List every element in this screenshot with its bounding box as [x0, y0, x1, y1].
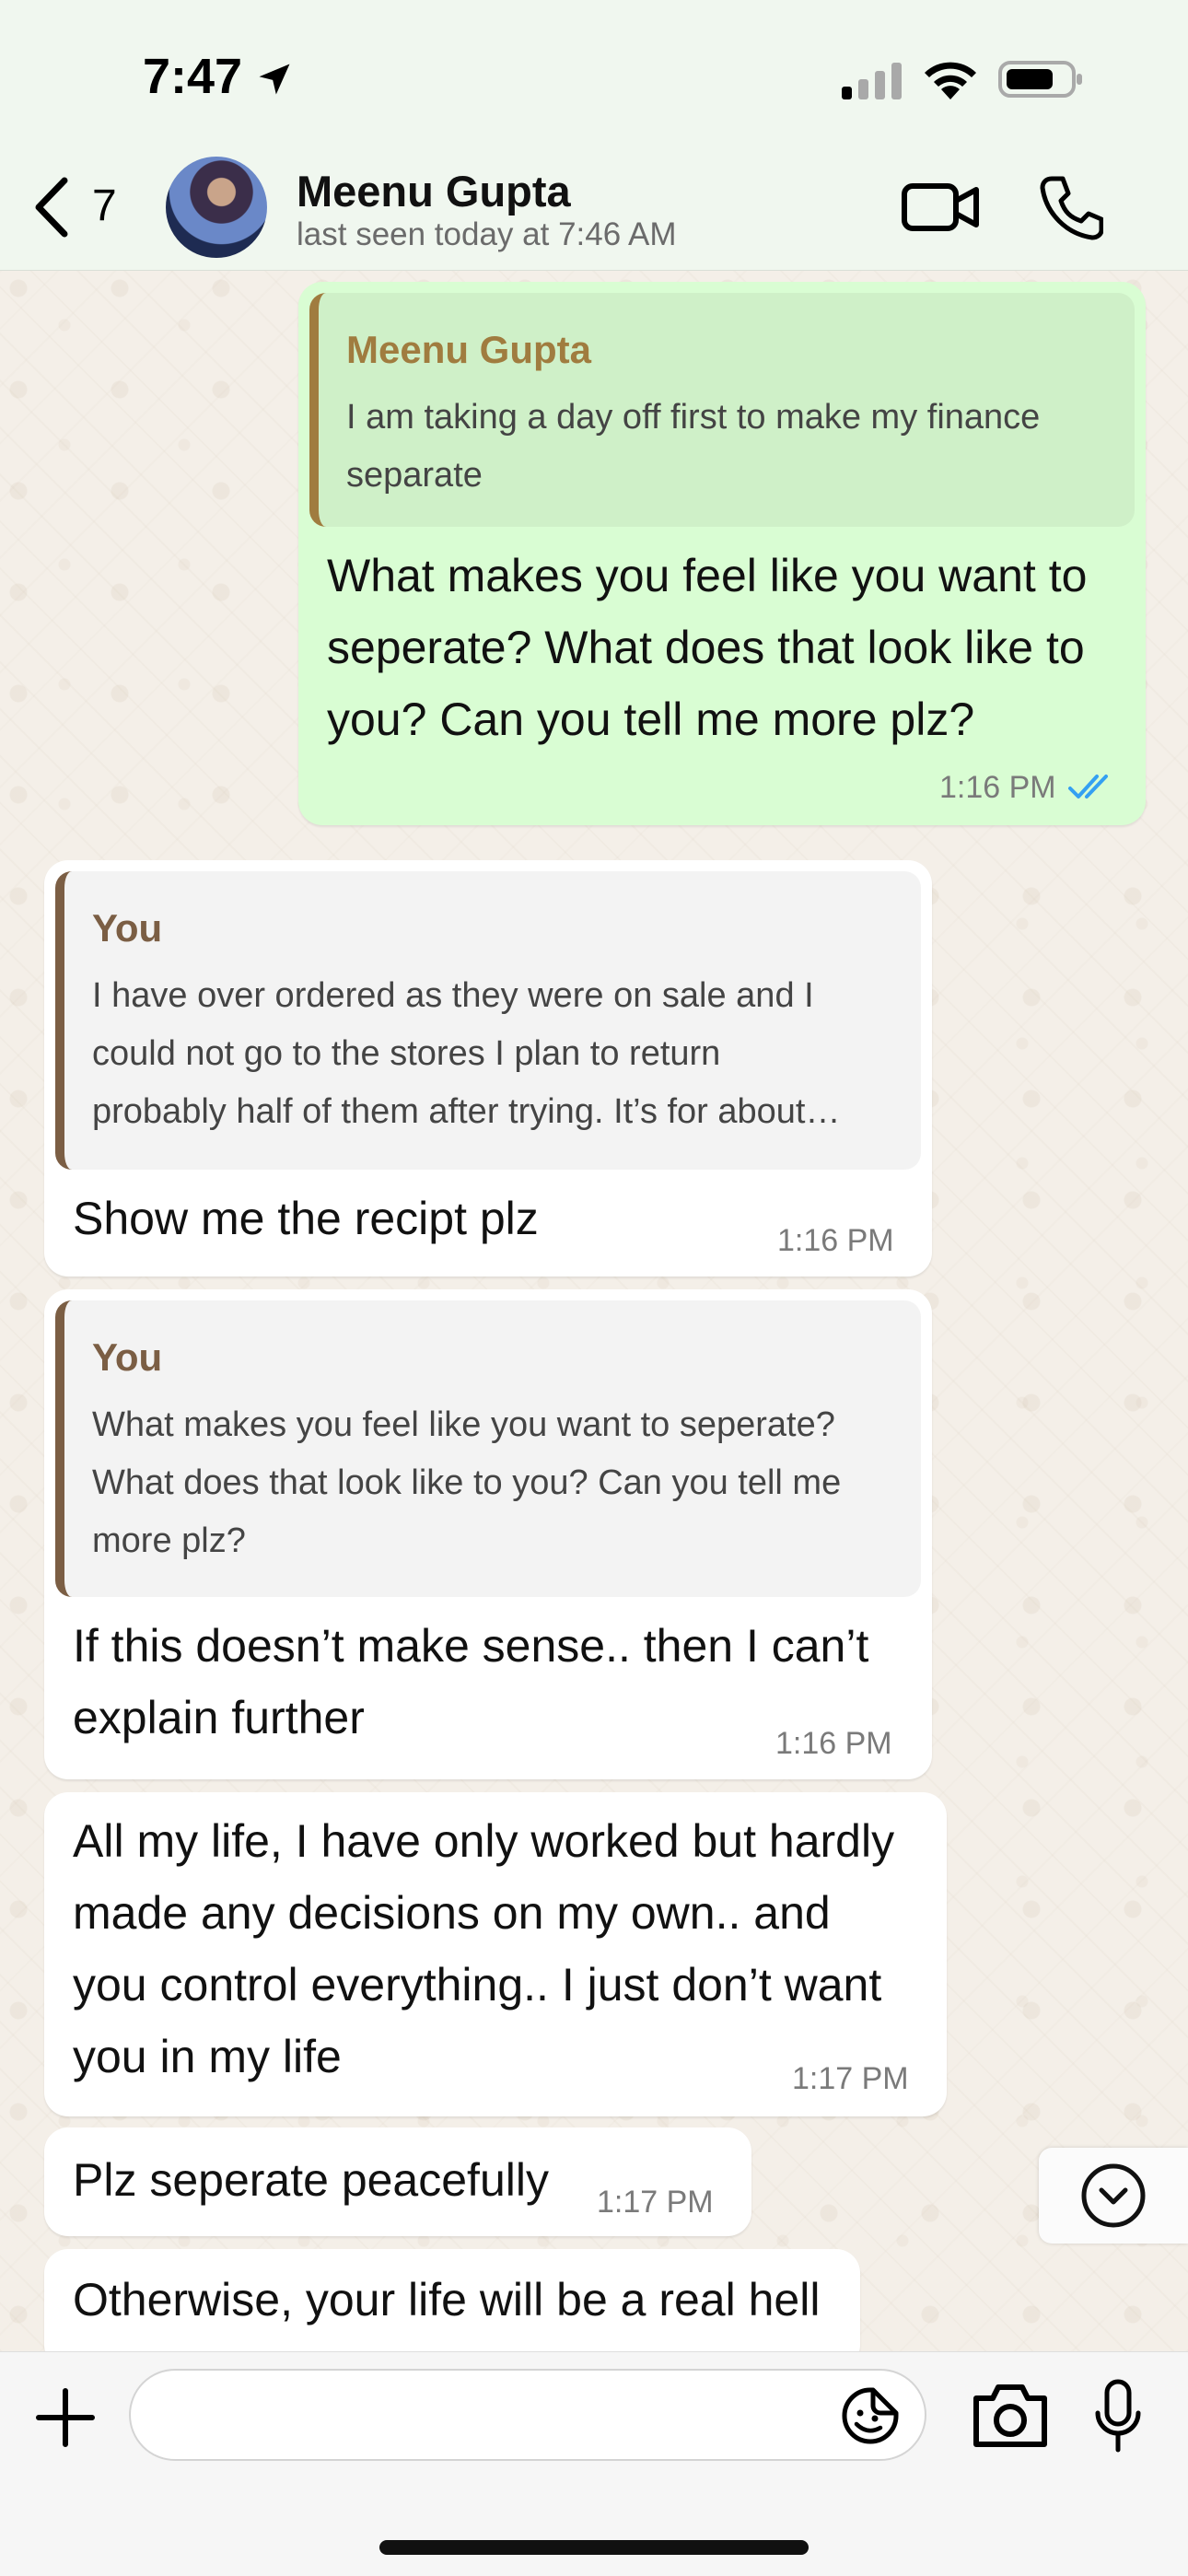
quote-text-line: I am taking a day off first to make my f…	[346, 398, 1041, 437]
message-text-line: seperate? What does that look like to	[327, 622, 1085, 673]
quote-text-line: What does that look like to you? Can you…	[92, 1463, 842, 1502]
read-receipt-icon	[1068, 775, 1108, 798]
message-text-line: made any decisions on my own.. and	[73, 1887, 831, 1939]
message-bubble-outgoing[interactable]: Meenu Gupta I am taking a day off first …	[298, 282, 1146, 825]
quote-text-line: probably half of them after trying. It’s…	[92, 1092, 841, 1131]
status-time: 7:47	[143, 49, 243, 104]
message-text-line: What makes you feel like you want to	[327, 550, 1088, 601]
message-bubble-incoming[interactable]: Plz seperate peacefully 1:17 PM	[44, 2127, 751, 2236]
message-bubble-incoming[interactable]: You What makes you feel like you want to…	[44, 1289, 932, 1779]
message-bubble-incoming[interactable]: You I have over ordered as they were on …	[44, 860, 932, 1276]
message-time: 1:16 PM	[939, 770, 1056, 805]
home-indicator	[379, 2540, 809, 2555]
message-text-line: Plz seperate peacefully	[73, 2154, 549, 2206]
location-arrow-icon	[259, 64, 290, 95]
quoted-message[interactable]: You What makes you feel like you want to…	[55, 1300, 921, 1597]
chevron-down-circle-icon	[1081, 2163, 1146, 2228]
message-text-line: you? Can you tell me more plz?	[327, 694, 975, 745]
wifi-icon	[925, 62, 976, 99]
message-time: 1:16 PM	[777, 1223, 894, 1258]
battery-icon	[998, 61, 1082, 98]
quote-text-line: I have over ordered as they were on sale…	[92, 976, 814, 1015]
scroll-to-bottom-button[interactable]	[1039, 2148, 1188, 2244]
quote-author: Meenu Gupta	[346, 328, 592, 371]
quote-text-line: separate	[346, 456, 483, 495]
avatar[interactable]	[166, 157, 267, 258]
quote-text-line: more plz?	[92, 1521, 246, 1560]
quote-author: You	[92, 906, 163, 950]
video-call-icon[interactable]	[901, 175, 980, 239]
message-text-line: If this doesn’t make sense.. then I can’…	[73, 1620, 869, 1672]
message-bubble-incoming[interactable]: All my life, I have only worked but hard…	[44, 1792, 947, 2116]
message-text-line: you in my life	[73, 2031, 342, 2082]
message-text-line: explain further	[73, 1692, 365, 1743]
chat-header: 7:47 7 Meenu Gupta last seen today at 7:…	[0, 0, 1188, 271]
phone-call-icon[interactable]	[1039, 173, 1103, 241]
quote-text-line: could not go to the stores I plan to ret…	[92, 1034, 721, 1073]
message-time: 1:17 PM	[597, 2185, 714, 2220]
last-seen-status[interactable]: last seen today at 7:46 AM	[297, 216, 676, 253]
message-text-line: you control everything.. I just don’t wa…	[73, 1959, 882, 2011]
quoted-message[interactable]: You I have over ordered as they were on …	[55, 871, 921, 1170]
quoted-message[interactable]: Meenu Gupta I am taking a day off first …	[309, 293, 1135, 527]
message-text-line: All my life, I have only worked but hard…	[73, 1815, 895, 1867]
contact-name[interactable]: Meenu Gupta	[297, 166, 571, 216]
plus-icon[interactable]	[33, 2385, 98, 2450]
quote-text-line: What makes you feel like you want to sep…	[92, 1405, 835, 1444]
microphone-icon[interactable]	[1094, 2378, 1142, 2454]
message-text-line: Show me the recipt plz	[73, 1193, 539, 1244]
quote-author: You	[92, 1335, 163, 1379]
message-text-line: Otherwise, your life will be a real hell	[73, 2274, 821, 2325]
message-time: 1:16 PM	[775, 1726, 892, 1761]
message-time: 1:17 PM	[792, 2061, 909, 2096]
sticker-icon[interactable]	[840, 2385, 901, 2446]
message-input[interactable]	[129, 2369, 926, 2461]
signal-icon	[842, 63, 902, 99]
unread-count[interactable]: 7	[92, 181, 117, 231]
camera-icon[interactable]	[969, 2380, 1052, 2452]
